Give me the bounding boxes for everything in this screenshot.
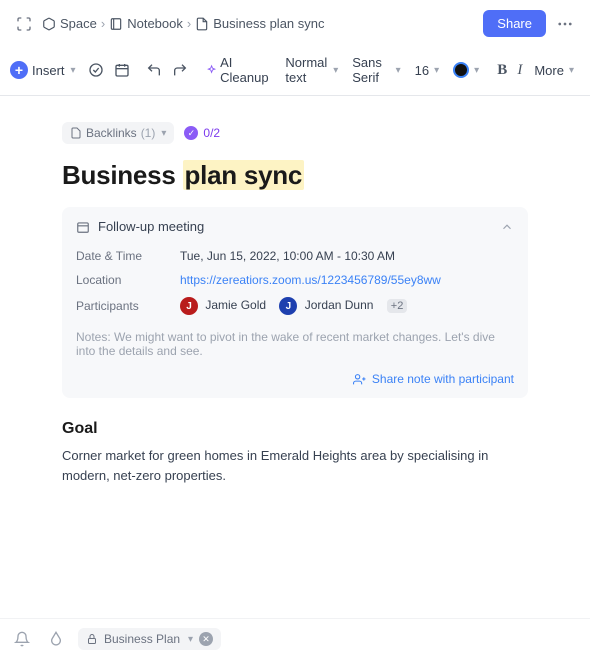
task-icon[interactable] bbox=[84, 58, 108, 82]
datetime-label: Date & Time bbox=[76, 249, 168, 263]
calendar-icon bbox=[76, 220, 90, 234]
breadcrumb-page-label: Business plan sync bbox=[213, 16, 324, 31]
meeting-title: Follow-up meeting bbox=[98, 219, 204, 234]
tasks-progress[interactable]: ✓ 0/2 bbox=[184, 126, 220, 140]
bell-icon[interactable] bbox=[10, 627, 34, 651]
tag-chip[interactable]: Business Plan ▾ ✕ bbox=[78, 628, 221, 650]
meeting-notes: Notes: We might want to pivot in the wak… bbox=[76, 320, 514, 364]
italic-button[interactable]: I bbox=[513, 58, 526, 83]
location-link[interactable]: https://zereatiors.zoom.us/1223456789/55… bbox=[180, 273, 441, 287]
user-plus-icon bbox=[353, 373, 366, 386]
goal-body[interactable]: Corner market for green homes in Emerald… bbox=[62, 446, 528, 485]
more-label: More bbox=[534, 63, 564, 78]
backlinks-label: Backlinks bbox=[86, 126, 137, 140]
font-family-label: Sans Serif bbox=[352, 55, 390, 85]
goal-heading[interactable]: Goal bbox=[62, 420, 528, 438]
page-title[interactable]: Business plan sync bbox=[62, 160, 528, 191]
paragraph-style-dropdown[interactable]: Normal text ▾ bbox=[279, 51, 344, 89]
font-family-dropdown[interactable]: Sans Serif ▾ bbox=[346, 51, 406, 89]
breadcrumb-sep: › bbox=[187, 16, 191, 31]
color-swatch-icon bbox=[453, 62, 469, 78]
meeting-header[interactable]: Follow-up meeting bbox=[76, 219, 514, 244]
plus-icon: + bbox=[10, 61, 28, 79]
share-note-label: Share note with participant bbox=[372, 372, 514, 386]
insert-label: Insert bbox=[32, 63, 65, 78]
datetime-value: Tue, Jun 15, 2022, 10:00 AM - 10:30 AM bbox=[180, 249, 395, 263]
droplet-icon[interactable] bbox=[44, 627, 68, 651]
font-size-dropdown[interactable]: 16 ▾ bbox=[409, 59, 446, 82]
chevron-up-icon[interactable] bbox=[500, 220, 514, 234]
insert-button[interactable]: + Insert ▾ bbox=[10, 61, 76, 79]
more-formatting-dropdown[interactable]: More ▾ bbox=[528, 59, 580, 82]
meeting-row-participants: Participants J Jamie Gold J Jordan Dunn … bbox=[76, 292, 514, 320]
topbar: Space › Notebook › Business plan sync Sh… bbox=[0, 0, 590, 45]
close-icon[interactable]: ✕ bbox=[199, 632, 213, 646]
meeting-row-datetime: Date & Time Tue, Jun 15, 2022, 10:00 AM … bbox=[76, 244, 514, 268]
chevron-down-icon: ▾ bbox=[188, 634, 193, 645]
backlinks-count: (1) bbox=[141, 126, 156, 140]
more-participants-badge[interactable]: +2 bbox=[387, 299, 408, 313]
undo-icon[interactable] bbox=[142, 58, 166, 82]
ai-cleanup-button[interactable]: AI Cleanup bbox=[200, 51, 277, 89]
expand-icon[interactable] bbox=[12, 12, 36, 36]
chevron-down-icon: ▾ bbox=[71, 65, 76, 76]
participant-name[interactable]: Jordan Dunn bbox=[305, 298, 374, 312]
chevron-down-icon: ▾ bbox=[434, 65, 439, 76]
meeting-row-location: Location https://zereatiors.zoom.us/1223… bbox=[76, 268, 514, 292]
breadcrumb-notebook-label: Notebook bbox=[127, 16, 183, 31]
breadcrumb-notebook[interactable]: Notebook bbox=[109, 16, 183, 31]
backlinks-chip[interactable]: Backlinks (1) ▾ bbox=[62, 122, 174, 144]
breadcrumb-space-label: Space bbox=[60, 16, 97, 31]
title-highlight: plan sync bbox=[183, 160, 305, 190]
tasks-count: 0/2 bbox=[203, 126, 220, 140]
check-icon: ✓ bbox=[184, 126, 198, 140]
share-button[interactable]: Share bbox=[483, 10, 546, 37]
chevron-down-icon: ▾ bbox=[569, 65, 574, 76]
content-area: Backlinks (1) ▾ ✓ 0/2 Business plan sync… bbox=[0, 96, 590, 618]
participant-name[interactable]: Jamie Gold bbox=[205, 298, 266, 312]
ai-cleanup-label: AI Cleanup bbox=[220, 55, 271, 85]
share-note-button[interactable]: Share note with participant bbox=[76, 364, 514, 386]
redo-icon[interactable] bbox=[168, 58, 192, 82]
breadcrumb-space[interactable]: Space bbox=[42, 16, 97, 31]
breadcrumb: Space › Notebook › Business plan sync bbox=[42, 16, 325, 31]
location-label: Location bbox=[76, 273, 168, 287]
text-color-picker[interactable]: ▾ bbox=[447, 58, 485, 82]
title-plain: Business bbox=[62, 160, 183, 190]
toolbar: + Insert ▾ AI Cleanup Normal text ▾ Sans… bbox=[0, 45, 590, 96]
tag-label: Business Plan bbox=[104, 632, 180, 646]
bold-button[interactable]: B bbox=[493, 58, 511, 83]
paragraph-style-label: Normal text bbox=[285, 55, 328, 85]
participants-label: Participants bbox=[76, 299, 168, 313]
chevron-down-icon: ▾ bbox=[474, 65, 479, 76]
footer: Business Plan ▾ ✕ bbox=[0, 618, 590, 659]
chevron-down-icon: ▾ bbox=[161, 128, 166, 139]
lock-icon bbox=[86, 633, 98, 645]
participants-list: J Jamie Gold J Jordan Dunn +2 bbox=[180, 297, 407, 315]
chip-row: Backlinks (1) ▾ ✓ 0/2 bbox=[62, 122, 528, 144]
avatar[interactable]: J bbox=[279, 297, 297, 315]
font-size-label: 16 bbox=[415, 63, 429, 78]
more-menu-icon[interactable] bbox=[552, 15, 578, 33]
chevron-down-icon: ▾ bbox=[333, 65, 338, 76]
meeting-card: Follow-up meeting Date & Time Tue, Jun 1… bbox=[62, 207, 528, 398]
calendar-icon[interactable] bbox=[110, 58, 134, 82]
avatar[interactable]: J bbox=[180, 297, 198, 315]
breadcrumb-page[interactable]: Business plan sync bbox=[195, 16, 324, 31]
breadcrumb-sep: › bbox=[101, 16, 105, 31]
chevron-down-icon: ▾ bbox=[396, 65, 401, 76]
